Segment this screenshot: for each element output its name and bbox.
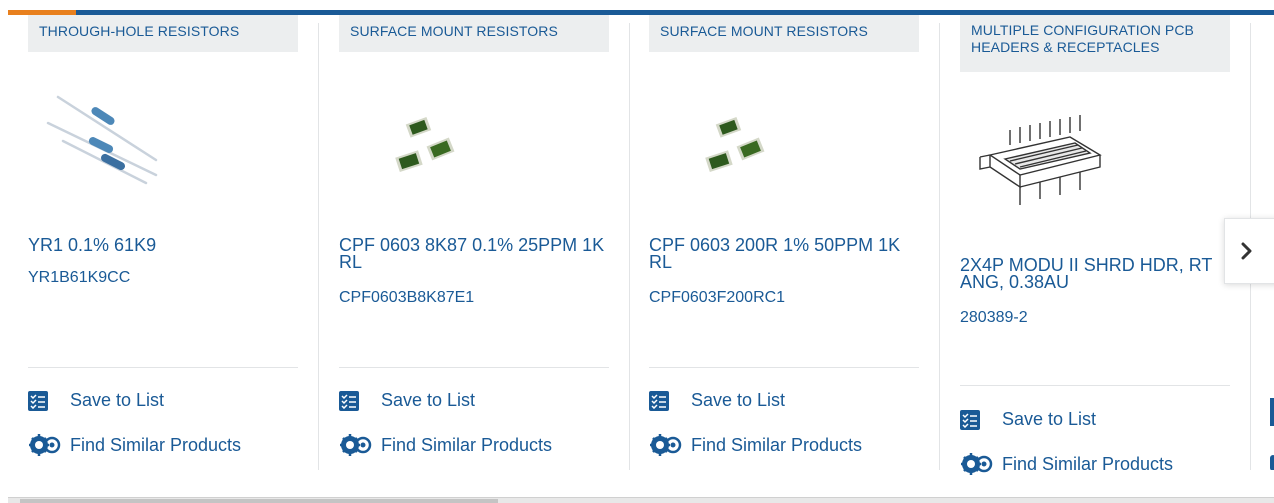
product-image[interactable] [339,75,499,205]
part-number-link[interactable]: CPF0603B8K87E1 [339,289,474,307]
save-to-list-label: Save to List [691,390,786,410]
carousel-next-button[interactable] [1224,218,1274,284]
category-label[interactable]: THROUGH-HOLE RESISTORS [28,15,298,52]
list-check-icon [339,390,359,411]
product-card: SURFACE MOUNT RESISTORS CPF 0603 8K87 0.… [319,15,630,470]
list-check-icon [28,390,48,411]
divider [339,367,609,368]
product-image[interactable] [649,75,809,205]
product-card: SURFACE MOUNT RESISTORS CPF 0603 200R 1%… [629,15,940,470]
gears-icon [1270,455,1274,470]
find-similar-label: Find Similar Products [1002,453,1174,474]
product-image[interactable] [28,75,188,205]
find-similar-label: Find Similar Products [691,434,863,455]
save-to-list-label: Save to List [381,390,476,410]
save-to-list-button[interactable]: Save to List [339,390,475,411]
horizontal-scrollbar[interactable] [8,497,1274,503]
part-number-link[interactable]: YR1B61K9CC [28,269,130,287]
save-to-list-button[interactable]: Save to List [960,409,1096,430]
through-hole-resistor-picture [46,95,158,185]
category-label[interactable]: SURFACE MOUNT RESISTORS [339,15,609,52]
divider [960,385,1230,386]
product-image[interactable] [960,95,1120,225]
product-carousel: THROUGH-HOLE RESISTORS YR1 0.1% 61K9 YR1… [8,15,1274,497]
save-to-list-label: Save to List [70,390,165,410]
scrollbar-thumb[interactable] [20,499,498,503]
product-card: THROUGH-HOLE RESISTORS YR1 0.1% 61K9 YR1… [8,15,319,470]
smd-resistor-picture [705,116,765,172]
product-name-link[interactable]: CPF 0603 200R 1% 50PPM 1K RL [649,236,919,271]
smd-resistor-picture [395,116,455,172]
gears-icon [650,434,682,456]
category-label[interactable]: SURFACE MOUNT RESISTORS [649,15,919,52]
divider [28,367,298,368]
save-to-list-button[interactable]: Save to List [649,390,785,411]
find-similar-label: Find Similar Products [381,434,553,455]
find-similar-products-link[interactable]: Find Similar Products [649,433,862,457]
product-name-link[interactable]: YR1 0.1% 61K9 [28,236,298,254]
find-similar-label: Find Similar Products [70,434,242,455]
gears-icon [29,434,61,456]
product-name-link[interactable]: CPF 0603 8K87 0.1% 25PPM 1K RL [339,236,609,271]
list-check-icon [960,409,980,430]
chevron-right-icon [1241,242,1252,260]
divider [649,367,919,368]
part-number-link[interactable]: CPF0603F200RC1 [649,289,785,307]
category-label[interactable]: MULTIPLE CONFIGURATION PCB HEADERS & REC… [960,15,1230,72]
part-number-link[interactable]: 280389-2 [960,309,1028,327]
list-check-icon [649,390,669,411]
pcb-header-picture [979,115,1102,205]
gears-icon [961,453,993,475]
find-similar-products-link[interactable]: Find Similar Products [960,452,1173,476]
save-to-list-button[interactable]: Save to List [28,390,164,411]
product-card: MULTIPLE CONFIGURATION PCB HEADERS & REC… [940,15,1251,475]
product-name-link[interactable]: 2X4P MODU II SHRD HDR, RT ANG, 0.38AU [960,256,1230,291]
save-to-list-label: Save to List [1002,409,1097,429]
find-similar-products-link[interactable]: Find Similar Products [339,433,552,457]
gears-icon [340,434,372,456]
list-check-icon [1270,398,1274,426]
find-similar-products-link[interactable]: Find Similar Products [28,433,241,457]
